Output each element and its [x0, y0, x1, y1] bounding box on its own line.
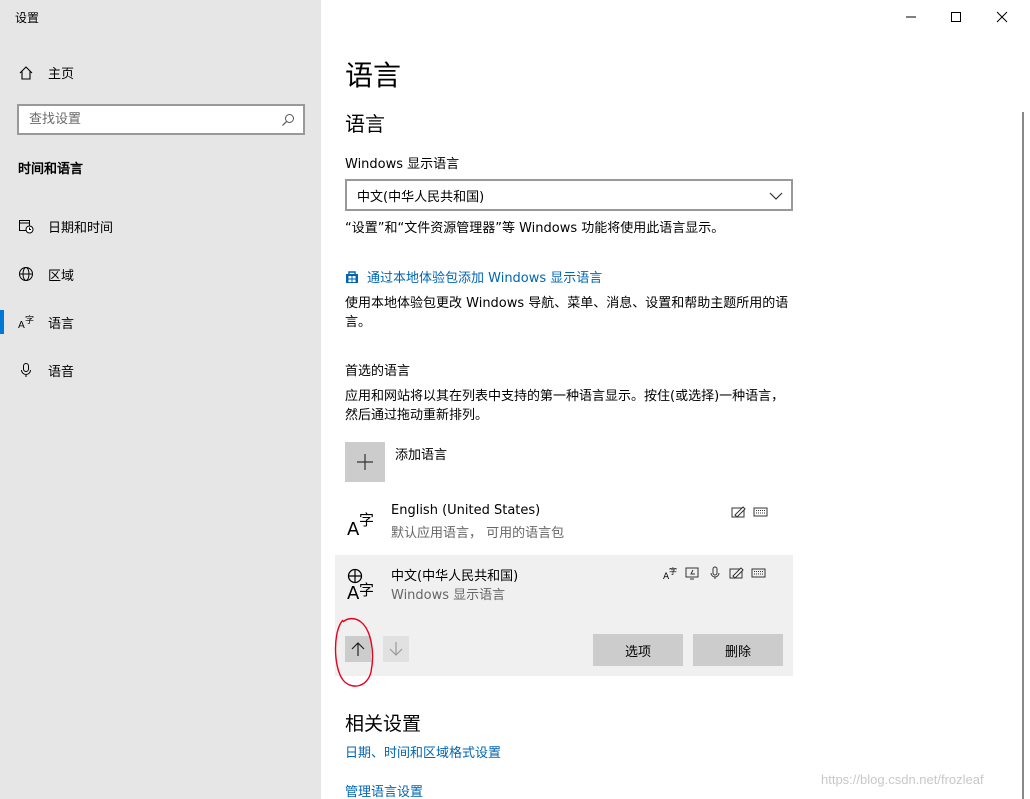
home-nav-item[interactable]: 主页 [18, 63, 74, 82]
display-language-select[interactable]: 中文(中华人民共和国) [345, 179, 793, 211]
section-title: 语言 [345, 112, 385, 136]
close-button[interactable] [979, 6, 1025, 28]
language-icon: A字 [18, 314, 34, 331]
watermark: https://blog.csdn.net/frozleaf [821, 772, 984, 787]
language-capabilities: A字 [659, 566, 769, 582]
language-name: 中文(中华人民共和国) [391, 569, 519, 584]
close-icon [996, 11, 1008, 23]
sidebar-item-label: 区域 [48, 268, 75, 284]
svg-text:字: 字 [359, 581, 374, 599]
globe-language-icon: A字 [347, 567, 377, 604]
preferred-desc: 应用和网站将以其在列表中支持的第一种语言显示。按住(或选择)一种语言，然后通过拖… [345, 389, 785, 423]
home-icon [18, 65, 34, 81]
link-label: 通过本地体验包添加 Windows 显示语言 [367, 271, 603, 286]
maximize-icon [951, 12, 961, 22]
language-capabilities [727, 505, 771, 519]
language-name: English (United States) [391, 503, 541, 518]
svg-text:字: 字 [25, 314, 34, 326]
language-status: Windows 显示语言 [391, 588, 506, 603]
sidebar-nav: 日期和时间 区域 A字 语言 语音 [0, 202, 321, 394]
maximize-button[interactable] [933, 6, 979, 28]
handwriting-icon [727, 566, 747, 580]
add-display-language-desc: 使用本地体验包更改 Windows 导航、菜单、消息、设置和帮助主题所用的语言。 [345, 296, 789, 330]
add-display-language-link[interactable]: 通过本地体验包添加 Windows 显示语言 [345, 267, 602, 286]
language-item-english[interactable]: A字 English (United States) 默认应用语言， 可用的语言… [335, 497, 793, 553]
display-language-note: “设置”和“文件资源管理器”等 Windows 功能将使用此语言显示。 [345, 221, 725, 236]
preferred-heading: 首选的语言 [345, 364, 411, 379]
search-input[interactable] [19, 106, 259, 133]
speech-recognition-icon [705, 566, 725, 580]
chevron-down-icon [769, 189, 783, 203]
scrollbar[interactable] [1022, 112, 1024, 799]
keyboard-icon [751, 505, 771, 519]
add-language-label: 添加语言 [395, 448, 448, 463]
sidebar-item-language[interactable]: A字 语言 [0, 298, 321, 346]
related-link-date-time-region[interactable]: 日期、时间和区域格式设置 [345, 742, 501, 761]
search-box[interactable] [17, 104, 305, 135]
sidebar-item-date-time[interactable]: 日期和时间 [0, 202, 321, 250]
keyboard-icon [749, 566, 769, 580]
language-pack-icon: A字 [661, 566, 681, 582]
sidebar-item-label: 语言 [48, 316, 75, 332]
page-title: 语言 [345, 59, 402, 92]
arrow-down-icon [389, 642, 403, 656]
svg-text:字: 字 [359, 511, 374, 529]
display-language-label: Windows 显示语言 [345, 157, 460, 172]
options-button[interactable]: 选项 [593, 634, 683, 666]
handwriting-icon [729, 505, 749, 519]
globe-icon [18, 266, 34, 282]
search-icon[interactable] [281, 113, 295, 127]
sidebar-item-speech[interactable]: 语音 [0, 346, 321, 394]
sidebar-item-label: 日期和时间 [48, 220, 114, 236]
display-language-value: 中文(中华人民共和国) [357, 189, 485, 205]
svg-text:A: A [18, 320, 25, 330]
store-icon [345, 270, 359, 284]
svg-text:字: 字 [669, 566, 677, 576]
remove-button[interactable]: 删除 [693, 634, 783, 666]
app-title: 设置 [15, 11, 40, 25]
sidebar-item-label: 语音 [48, 364, 75, 380]
microphone-icon [18, 362, 34, 378]
minimize-icon [906, 16, 916, 18]
minimize-button[interactable] [888, 6, 934, 28]
sidebar-item-region[interactable]: 区域 [0, 250, 321, 298]
main-panel: 语言 语言 Windows 显示语言 中文(中华人民共和国) “设置”和“文件资… [321, 0, 1030, 799]
text-to-speech-icon [683, 566, 703, 580]
add-language-button[interactable]: 添加语言 [345, 442, 447, 482]
related-settings-heading: 相关设置 [345, 713, 422, 735]
language-status: 默认应用语言， 可用的语言包 [391, 526, 565, 541]
plus-icon [345, 442, 385, 482]
move-down-button[interactable] [383, 636, 409, 662]
section-heading: 时间和语言 [18, 162, 84, 177]
related-link-manage-language[interactable]: 管理语言设置 [345, 781, 423, 799]
language-icon: A字 [347, 507, 377, 540]
calendar-clock-icon [18, 218, 34, 234]
annotation-circle [334, 617, 374, 687]
sidebar: 设置 主页 时间和语言 日期和时间 区域 A字 语 [0, 0, 321, 799]
home-label: 主页 [48, 67, 75, 82]
